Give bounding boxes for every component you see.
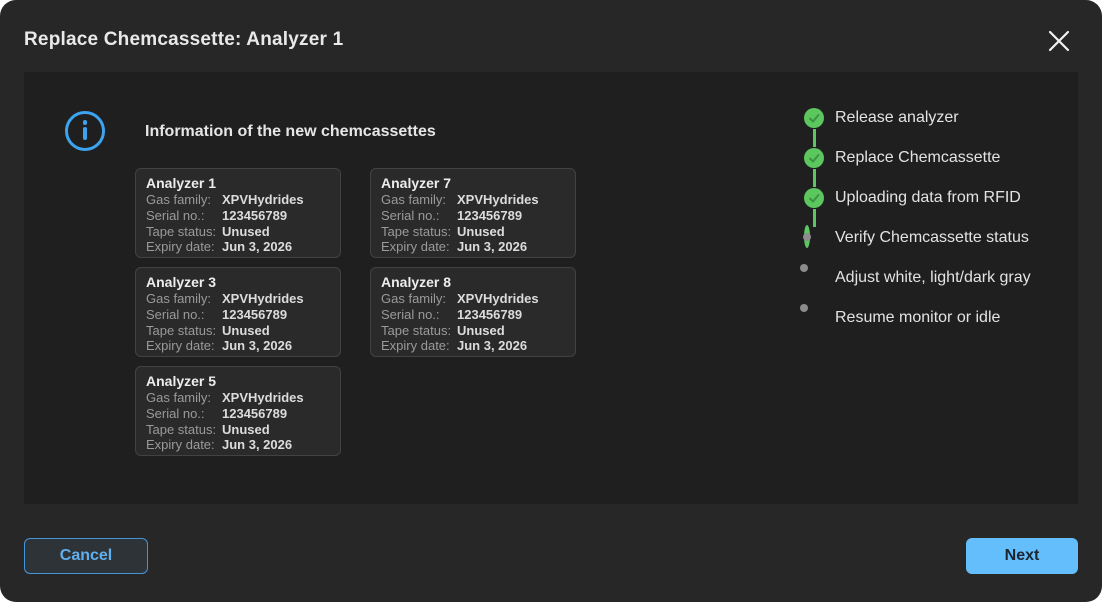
field-value: Jun 3, 2026	[457, 338, 527, 354]
field-label: Gas family:	[381, 291, 457, 307]
field-label: Serial no.:	[146, 208, 222, 224]
field-label: Serial no.:	[146, 307, 222, 323]
card-field-row: Tape status:Unused	[381, 323, 565, 339]
field-label: Tape status:	[146, 224, 222, 240]
replace-chemcassette-dialog: Replace Chemcassette: Analyzer 1 Informa…	[0, 0, 1102, 602]
field-value: Unused	[222, 323, 270, 339]
card-field-row: Tape status:Unused	[146, 422, 330, 438]
card-field-row: Gas family:XPVHydrides	[146, 390, 330, 406]
field-value: XPVHydrides	[222, 291, 304, 307]
field-value: XPVHydrides	[222, 390, 304, 406]
field-label: Expiry date:	[146, 239, 222, 255]
step-pending-icon	[804, 268, 824, 288]
card-field-row: Serial no.:123456789	[381, 307, 565, 323]
step-uploading-data-rfid: Uploading data from RFID	[804, 178, 1031, 218]
field-value: XPVHydrides	[222, 192, 304, 208]
close-button[interactable]	[1042, 24, 1076, 58]
field-value: XPVHydrides	[457, 192, 539, 208]
field-value: Jun 3, 2026	[222, 239, 292, 255]
step-resume-monitor-idle: Resume monitor or idle	[804, 298, 1031, 338]
field-label: Serial no.:	[381, 307, 457, 323]
step-label: Resume monitor or idle	[835, 309, 1000, 327]
step-current-icon	[804, 228, 824, 248]
analyzer-card-8: Analyzer 8 Gas family:XPVHydrides Serial…	[370, 267, 576, 357]
field-label: Expiry date:	[146, 338, 222, 354]
field-label: Tape status:	[381, 224, 457, 240]
step-label: Uploading data from RFID	[835, 189, 1021, 207]
field-label: Expiry date:	[381, 239, 457, 255]
field-value: Unused	[457, 323, 505, 339]
field-label: Gas family:	[146, 192, 222, 208]
field-value: Unused	[222, 224, 270, 240]
field-value: Unused	[222, 422, 270, 438]
field-value: XPVHydrides	[457, 291, 539, 307]
step-release-analyzer: Release analyzer	[804, 98, 1031, 138]
field-value: Unused	[457, 224, 505, 240]
analyzer-card-title: Analyzer 7	[381, 175, 565, 192]
field-label: Gas family:	[381, 192, 457, 208]
content-panel: Information of the new chemcassettes Ana…	[24, 72, 1078, 504]
field-value: 123456789	[222, 208, 287, 224]
field-value: Jun 3, 2026	[457, 239, 527, 255]
card-field-row: Gas family:XPVHydrides	[381, 291, 565, 307]
close-icon	[1045, 27, 1073, 55]
card-field-row: Tape status:Unused	[381, 224, 565, 240]
card-field-row: Gas family:XPVHydrides	[381, 192, 565, 208]
step-pending-icon	[804, 308, 824, 328]
field-value: 123456789	[222, 307, 287, 323]
card-field-row: Expiry date:Jun 3, 2026	[146, 239, 330, 255]
analyzer-card-1: Analyzer 1 Gas family:XPVHydrides Serial…	[135, 168, 341, 258]
field-label: Tape status:	[381, 323, 457, 339]
dialog-title: Replace Chemcassette: Analyzer 1	[24, 29, 343, 51]
analyzer-card-7: Analyzer 7 Gas family:XPVHydrides Serial…	[370, 168, 576, 258]
field-value: 123456789	[457, 307, 522, 323]
step-label: Release analyzer	[835, 109, 959, 127]
field-label: Serial no.:	[381, 208, 457, 224]
step-replace-chemcassette: Replace Chemcassette	[804, 138, 1031, 178]
analyzer-card-title: Analyzer 5	[146, 373, 330, 390]
card-field-row: Serial no.:123456789	[146, 406, 330, 422]
step-done-check-icon	[804, 148, 824, 168]
field-label: Tape status:	[146, 422, 222, 438]
card-field-row: Gas family:XPVHydrides	[146, 192, 330, 208]
card-field-row: Expiry date:Jun 3, 2026	[381, 338, 565, 354]
field-label: Tape status:	[146, 323, 222, 339]
field-value: 123456789	[457, 208, 522, 224]
analyzer-card-title: Analyzer 1	[146, 175, 330, 192]
field-label: Gas family:	[146, 390, 222, 406]
info-icon	[65, 111, 105, 151]
card-field-row: Tape status:Unused	[146, 224, 330, 240]
field-value: Jun 3, 2026	[222, 338, 292, 354]
analyzer-card-title: Analyzer 8	[381, 274, 565, 291]
card-field-row: Serial no.:123456789	[146, 208, 330, 224]
step-done-check-icon	[804, 188, 824, 208]
step-done-check-icon	[804, 108, 824, 128]
analyzer-card-5: Analyzer 5 Gas family:XPVHydrides Serial…	[135, 366, 341, 456]
next-button[interactable]: Next	[966, 538, 1078, 574]
card-field-row: Serial no.:123456789	[146, 307, 330, 323]
step-label: Adjust white, light/dark gray	[835, 269, 1031, 287]
analyzer-card-3: Analyzer 3 Gas family:XPVHydrides Serial…	[135, 267, 341, 357]
field-label: Gas family:	[146, 291, 222, 307]
step-verify-chemcassette-status: Verify Chemcassette status	[804, 218, 1031, 258]
panel-heading: Information of the new chemcassettes	[145, 123, 436, 141]
card-field-row: Tape status:Unused	[146, 323, 330, 339]
card-field-row: Expiry date:Jun 3, 2026	[146, 338, 330, 354]
analyzer-card-title: Analyzer 3	[146, 274, 330, 291]
step-label: Verify Chemcassette status	[835, 229, 1029, 247]
analyzer-cards-grid: Analyzer 1 Gas family:XPVHydrides Serial…	[135, 168, 576, 456]
field-label: Expiry date:	[146, 437, 222, 453]
field-label: Expiry date:	[381, 338, 457, 354]
field-value: 123456789	[222, 406, 287, 422]
step-adjust-white-gray: Adjust white, light/dark gray	[804, 258, 1031, 298]
card-field-row: Expiry date:Jun 3, 2026	[381, 239, 565, 255]
field-label: Serial no.:	[146, 406, 222, 422]
field-value: Jun 3, 2026	[222, 437, 292, 453]
card-field-row: Gas family:XPVHydrides	[146, 291, 330, 307]
step-label: Replace Chemcassette	[835, 149, 1000, 167]
progress-stepper: Release analyzer Replace Chemcassette Up…	[804, 98, 1031, 338]
card-field-row: Expiry date:Jun 3, 2026	[146, 437, 330, 453]
cancel-button[interactable]: Cancel	[24, 538, 148, 574]
card-field-row: Serial no.:123456789	[381, 208, 565, 224]
